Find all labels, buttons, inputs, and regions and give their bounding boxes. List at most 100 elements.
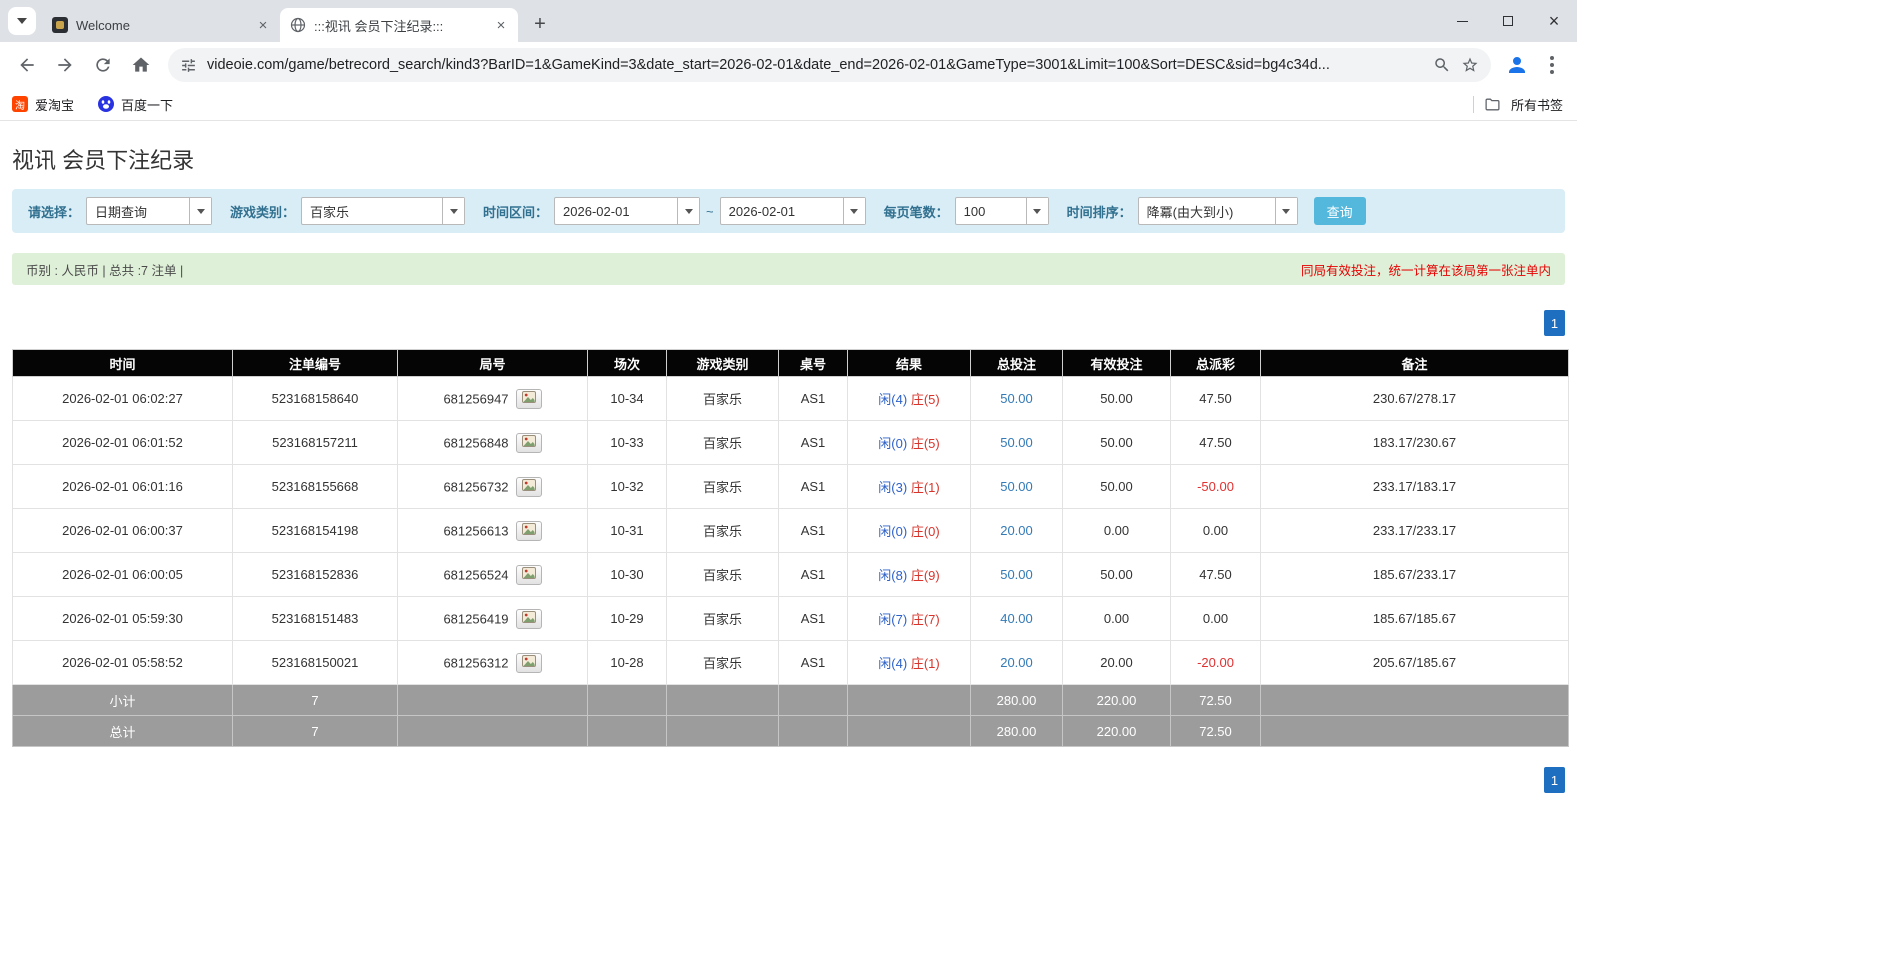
- profile-avatar[interactable]: [1501, 49, 1533, 81]
- footer-cell: 小计: [12, 684, 233, 716]
- total-bet-link[interactable]: 20.00: [1000, 655, 1033, 670]
- home-button[interactable]: [124, 48, 158, 82]
- cell-payout: 0.00: [1170, 596, 1261, 641]
- forward-button[interactable]: [48, 48, 82, 82]
- tab-title: Welcome: [76, 17, 130, 33]
- nav-bar: videoie.com/game/betrecord_search/kind3?…: [0, 42, 1577, 88]
- table-row: 2026-02-01 06:02:27 523168158640 681256947…: [12, 376, 1569, 421]
- round-image-button[interactable]: [515, 520, 542, 541]
- round-image-button[interactable]: [515, 388, 542, 409]
- chevron-down-icon[interactable]: [1025, 198, 1048, 224]
- chevron-down-icon[interactable]: [842, 198, 865, 224]
- per-page-select[interactable]: 100: [954, 197, 1049, 225]
- close-icon: ×: [1548, 11, 1560, 31]
- query-type-select[interactable]: 日期查询: [86, 197, 213, 225]
- bookmark-star-icon[interactable]: [1461, 56, 1479, 74]
- table-footer-row: 总计 7 280.00 220.00 72.50: [12, 715, 1569, 747]
- pagination-page-1[interactable]: 1: [1544, 310, 1565, 336]
- cell-valid-bet: 50.00: [1062, 376, 1171, 421]
- url-text: videoie.com/game/betrecord_search/kind3?…: [207, 57, 1330, 73]
- total-bet-link[interactable]: 50.00: [1000, 435, 1033, 450]
- table-head-row: 时间 注单编号 局号 场次 游戏类别 桌号 结果 总投注 有效投注 总派彩 备注: [12, 349, 1569, 377]
- photo-icon: [521, 435, 536, 450]
- cell-note: 205.67/185.67: [1260, 640, 1569, 685]
- tab-search-button[interactable]: [8, 7, 36, 35]
- cell-table-no: AS1: [778, 464, 848, 509]
- date-start-select[interactable]: 2026-02-01: [554, 197, 701, 225]
- result-player: 闲(4): [878, 656, 908, 671]
- payout-value: 47.50: [1199, 567, 1232, 582]
- column-header: 总投注: [970, 349, 1063, 377]
- cell-payout: 47.50: [1170, 420, 1261, 465]
- tab-close-icon[interactable]: ×: [254, 16, 272, 34]
- bookmark-baidu[interactable]: 百度一下: [98, 95, 173, 114]
- tab-betrecord[interactable]: :::视讯 会员下注纪录::: ×: [280, 8, 518, 42]
- payout-value: 0.00: [1202, 523, 1229, 538]
- cell-result: 闲(8) 庄(9): [847, 552, 971, 597]
- cell-round: 681256848: [397, 420, 588, 465]
- chevron-down-icon[interactable]: [677, 198, 700, 224]
- cell-table-no: AS1: [778, 376, 848, 421]
- cell-total-bet: 50.00: [970, 420, 1063, 465]
- sort-select[interactable]: 降冪(由大到小): [1137, 197, 1298, 225]
- table-row: 2026-02-01 06:01:16 523168155668 681256732…: [12, 464, 1569, 509]
- cell-game-type: 百家乐: [666, 464, 779, 509]
- round-image-button[interactable]: [515, 476, 542, 497]
- total-bet-link[interactable]: 40.00: [1000, 611, 1033, 626]
- cell-bet-id: 523168150021: [232, 640, 398, 685]
- close-button[interactable]: ×: [1531, 0, 1577, 42]
- site-info-icon[interactable]: [180, 57, 197, 74]
- column-header: 游戏类别: [666, 349, 779, 377]
- round-image-button[interactable]: [515, 564, 542, 585]
- pagination-page-1[interactable]: 1: [1544, 767, 1565, 793]
- back-icon: [20, 58, 34, 72]
- all-bookmarks[interactable]: 所有书签: [1472, 95, 1563, 114]
- cell-round: 681256524: [397, 552, 588, 597]
- game-type-label: 游戏类别：: [230, 204, 296, 220]
- column-header: 局号: [397, 349, 588, 377]
- window-controls: ×: [1439, 0, 1577, 42]
- payout-value: 0.00: [1202, 611, 1229, 626]
- footer-cell: 总计: [12, 715, 233, 747]
- new-tab-button[interactable]: +: [526, 10, 554, 38]
- search-button[interactable]: 查询: [1313, 197, 1366, 225]
- cell-bet-id: 523168151483: [232, 596, 398, 641]
- cell-total-bet: 40.00: [970, 596, 1063, 641]
- total-bet-link[interactable]: 50.00: [1000, 567, 1033, 582]
- round-number: 681256524: [443, 567, 509, 582]
- cell-time: 2026-02-01 06:00:37: [12, 508, 233, 553]
- total-bet-link[interactable]: 50.00: [1000, 479, 1033, 494]
- minimize-button[interactable]: [1439, 0, 1485, 42]
- chevron-down-icon[interactable]: [442, 198, 465, 224]
- footer-cell: [847, 715, 971, 747]
- total-bet-link[interactable]: 20.00: [1000, 523, 1033, 538]
- result-banker: 庄(5): [910, 436, 940, 451]
- footer-cell: [1260, 684, 1569, 716]
- payout-value: -50.00: [1197, 479, 1234, 494]
- reload-button[interactable]: [86, 48, 120, 82]
- back-button[interactable]: [10, 48, 44, 82]
- browser-menu-button[interactable]: [1537, 48, 1567, 82]
- chevron-down-icon[interactable]: [189, 198, 212, 224]
- maximize-button[interactable]: [1485, 0, 1531, 42]
- column-header: 有效投注: [1062, 349, 1171, 377]
- date-end-select[interactable]: 2026-02-01: [719, 197, 866, 225]
- tab-welcome[interactable]: Welcome ×: [42, 8, 280, 42]
- total-bet-link[interactable]: 50.00: [1000, 391, 1033, 406]
- cell-bet-id: 523168155668: [232, 464, 398, 509]
- round-image-button[interactable]: [515, 608, 542, 629]
- round-image-button[interactable]: [515, 432, 542, 453]
- cell-result: 闲(0) 庄(0): [847, 508, 971, 553]
- address-bar[interactable]: videoie.com/game/betrecord_search/kind3?…: [168, 48, 1491, 82]
- bookmark-taobao[interactable]: 淘 爱淘宝: [12, 95, 74, 114]
- result-banker: 庄(7): [910, 612, 940, 627]
- tab-close-icon[interactable]: ×: [492, 16, 510, 34]
- table-row: 2026-02-01 05:59:30 523168151483 681256419…: [12, 596, 1569, 641]
- game-type-select[interactable]: 百家乐: [301, 197, 466, 225]
- round-image-button[interactable]: [515, 652, 542, 673]
- result-player: 闲(4): [878, 392, 908, 407]
- round-number: 681256613: [443, 523, 509, 538]
- chevron-down-icon[interactable]: [1274, 198, 1297, 224]
- date-range-label: 时间区间：: [483, 204, 549, 220]
- zoom-icon[interactable]: [1433, 56, 1451, 74]
